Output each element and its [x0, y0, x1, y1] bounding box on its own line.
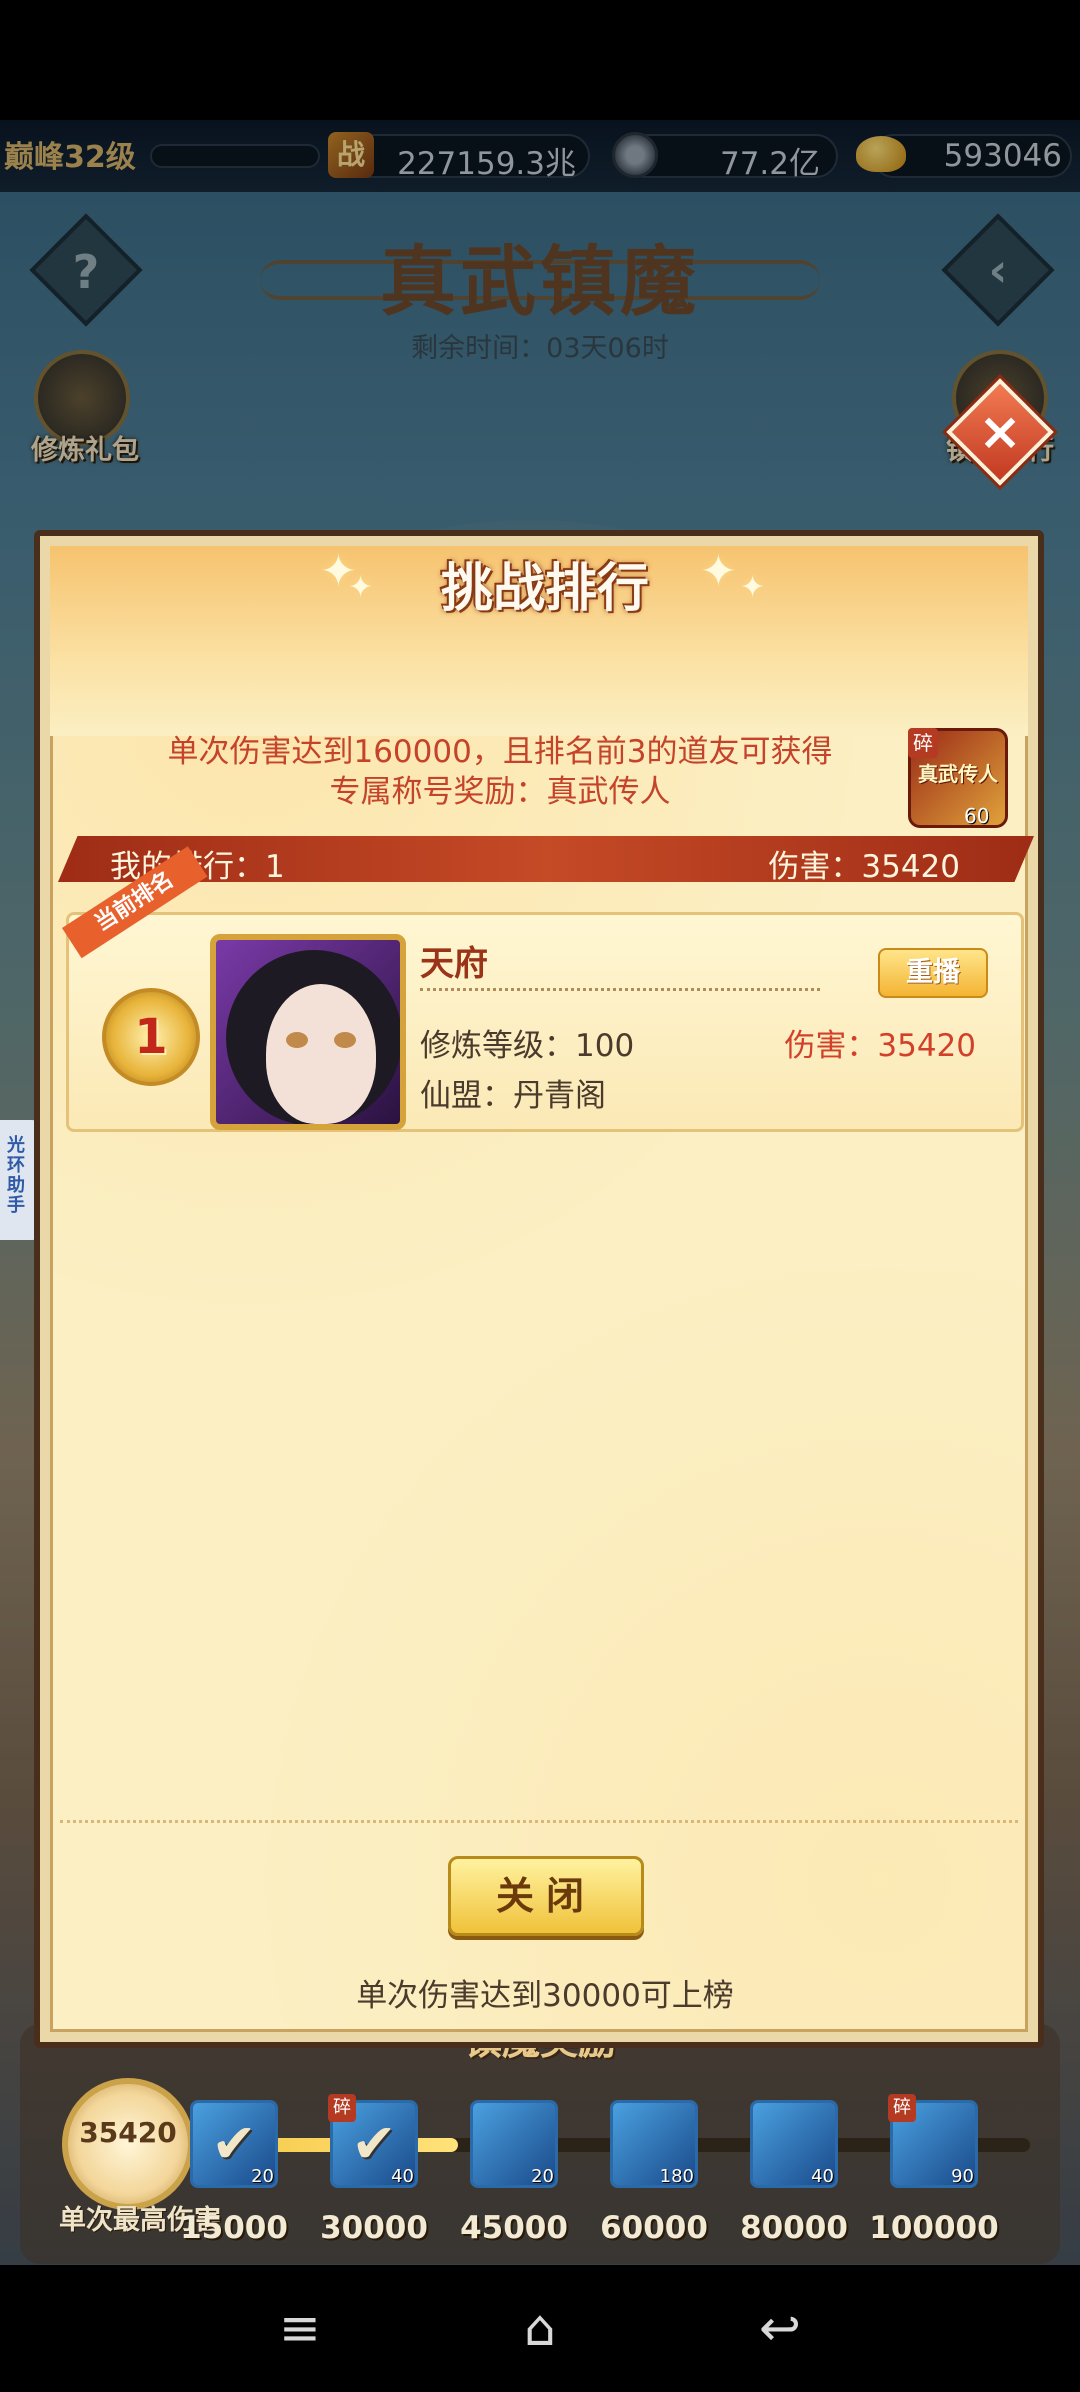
entry-damage: 伤害：35420 — [784, 1028, 976, 1064]
player-avatar[interactable] — [210, 934, 406, 1130]
replay-button[interactable]: 重播 — [878, 948, 988, 998]
milestone-count: 90 — [951, 2166, 974, 2187]
milestone-value: 60000 — [600, 2210, 708, 2246]
milestone-count: 40 — [811, 2166, 834, 2187]
dialog-title: 挑战排行 — [440, 559, 649, 619]
menu-icon[interactable]: ≡ — [268, 2296, 332, 2360]
reward-line-1: 单次伤害达到160000，且排名前3的道友可获得 — [167, 734, 833, 770]
avatar-eye — [334, 1032, 356, 1048]
avatar-face — [266, 984, 376, 1124]
milestone-count: 180 — [659, 2166, 694, 2187]
milestone-value: 30000 — [320, 2210, 428, 2246]
fragment-tag: 碎 — [888, 2094, 916, 2122]
milestone-value: 100000 — [869, 2210, 999, 2246]
milestone-count: 20 — [251, 2166, 274, 2187]
milestone-count: 20 — [531, 2166, 554, 2187]
milestone-value: 15000 — [180, 2210, 288, 2246]
milestone-value: 45000 — [460, 2210, 568, 2246]
fragment-tag: 碎 — [908, 728, 938, 758]
game-screen: 巅峰32级 战 227159.3兆 77.2亿 593046 ? 真武镇魔 ‹ … — [0, 120, 1080, 2265]
close-icon[interactable]: × — [962, 394, 1038, 470]
title-badge-count: 60 — [964, 804, 990, 828]
ranking-threshold: 单次伤害达到30000可上榜 — [356, 1978, 734, 2014]
best-damage-value: 35420 — [79, 2116, 177, 2149]
close-button[interactable]: 关闭 — [448, 1856, 644, 1936]
status-bar — [0, 0, 1080, 120]
ranking-dialog: 挑战排行 ✦ ✦ ✦ ✦ 单次伤害达到160000，且排名前3的道友可获得 专属… — [34, 530, 1044, 2048]
sparkle-icon: ✦ — [700, 546, 737, 597]
player-level: 修炼等级：100 — [420, 1028, 635, 1064]
home-icon[interactable]: ⌂ — [508, 2296, 572, 2360]
reward-line-2: 专属称号奖励：真武传人 — [329, 774, 671, 810]
footer-divider — [60, 1820, 1018, 1823]
fragment-tag: 碎 — [328, 2094, 356, 2122]
avatar-eye — [286, 1032, 308, 1048]
sparkle-icon: ✦ — [348, 570, 374, 605]
title-badge-text: 真武传人 — [918, 762, 998, 786]
entry-divider — [420, 988, 820, 991]
rank-number: 1 — [134, 1009, 168, 1065]
player-name: 天府 — [420, 944, 488, 984]
reward-description: 单次伤害达到160000，且排名前3的道友可获得 专属称号奖励：真武传人 — [140, 732, 860, 812]
player-alliance: 仙盟：丹青阁 — [420, 1078, 606, 1114]
back-icon[interactable]: ↩ — [748, 2296, 812, 2360]
sparkle-icon: ✦ — [740, 570, 766, 605]
my-damage-label: 伤害：35420 — [768, 849, 960, 885]
milestone-count: 40 — [391, 2166, 414, 2187]
milestone-value: 80000 — [740, 2210, 848, 2246]
